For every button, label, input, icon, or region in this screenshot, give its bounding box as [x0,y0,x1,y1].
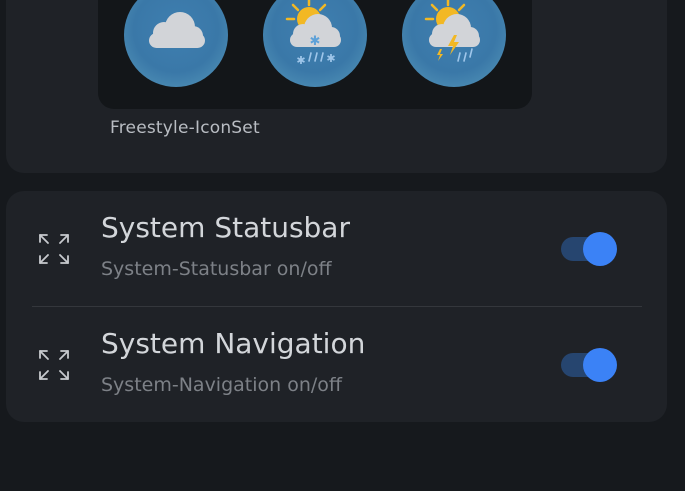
iconset-label: Freestyle-IconSet [110,118,260,138]
setting-subtitle: System-Statusbar on/off [101,258,332,280]
svg-text:✱: ✱ [310,34,321,49]
expand-arrows-icon [39,234,69,264]
toggle-thumb [583,348,617,382]
setting-title: System Navigation [101,327,366,360]
divider [32,306,642,307]
setting-title: System Statusbar [101,211,350,244]
navigation-toggle[interactable] [561,348,619,382]
statusbar-toggle[interactable] [561,232,619,266]
toggle-thumb [583,232,617,266]
svg-text:✱: ✱ [326,52,335,65]
expand-arrows-icon [39,350,69,380]
setting-subtitle: System-Navigation on/off [101,374,343,396]
svg-text:✱: ✱ [296,54,305,67]
